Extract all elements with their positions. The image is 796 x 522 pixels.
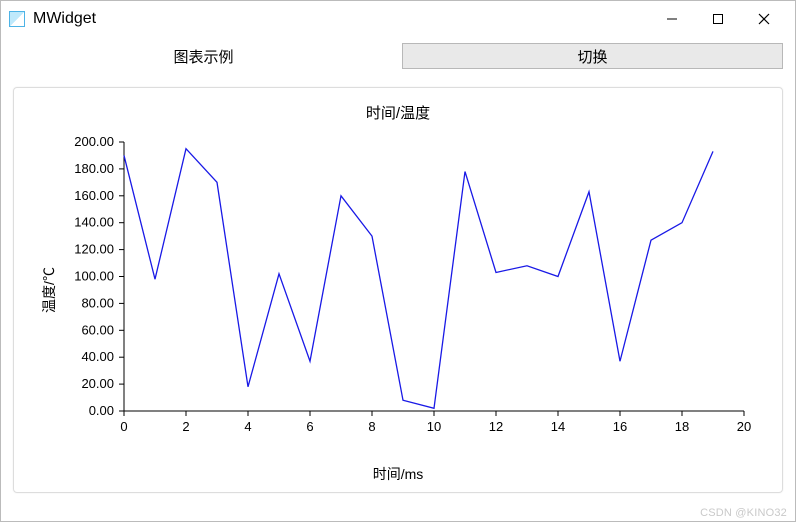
window-title: MWidget [33, 10, 96, 28]
close-button[interactable] [741, 4, 787, 34]
maximize-button[interactable] [695, 4, 741, 34]
chart-plot-area: 024681012141618200.0020.0040.0060.0080.0… [124, 136, 754, 441]
titlebar: MWidget [1, 1, 795, 37]
toolbar: 图表示例 切换 [1, 37, 795, 75]
maximize-icon [712, 13, 724, 25]
svg-text:40.00: 40.00 [81, 349, 114, 364]
chart-title: 时间/温度 [14, 88, 782, 124]
x-axis-label: 时间/ms [14, 464, 782, 484]
svg-text:20.00: 20.00 [81, 376, 114, 391]
close-icon [758, 13, 770, 25]
svg-text:8: 8 [368, 419, 375, 434]
svg-text:10: 10 [427, 419, 441, 434]
svg-text:2: 2 [182, 419, 189, 434]
app-icon [9, 11, 25, 27]
chart-panel: 时间/温度 温度/℃ 时间/ms 024681012141618200.0020… [13, 87, 783, 493]
chart-svg: 024681012141618200.0020.0040.0060.0080.0… [124, 136, 754, 441]
svg-text:60.00: 60.00 [81, 322, 114, 337]
svg-text:6: 6 [306, 419, 313, 434]
svg-text:12: 12 [489, 419, 503, 434]
svg-text:4: 4 [244, 419, 251, 434]
svg-text:80.00: 80.00 [81, 295, 114, 310]
svg-text:200.00: 200.00 [74, 134, 114, 149]
y-axis-label: 温度/℃ [39, 267, 59, 313]
svg-text:0.00: 0.00 [89, 403, 114, 418]
svg-text:14: 14 [551, 419, 565, 434]
svg-text:16: 16 [613, 419, 627, 434]
svg-text:0: 0 [120, 419, 127, 434]
svg-text:20: 20 [737, 419, 751, 434]
svg-text:180.00: 180.00 [74, 161, 114, 176]
svg-text:18: 18 [675, 419, 689, 434]
svg-text:160.00: 160.00 [74, 188, 114, 203]
minimize-icon [666, 13, 678, 25]
switch-button[interactable]: 切换 [402, 43, 783, 69]
chart-example-label: 图表示例 [13, 43, 394, 69]
svg-text:140.00: 140.00 [74, 215, 114, 230]
watermark: CSDN @KINO32 [700, 507, 787, 519]
svg-text:100.00: 100.00 [74, 269, 114, 284]
minimize-button[interactable] [649, 4, 695, 34]
svg-text:120.00: 120.00 [74, 242, 114, 257]
